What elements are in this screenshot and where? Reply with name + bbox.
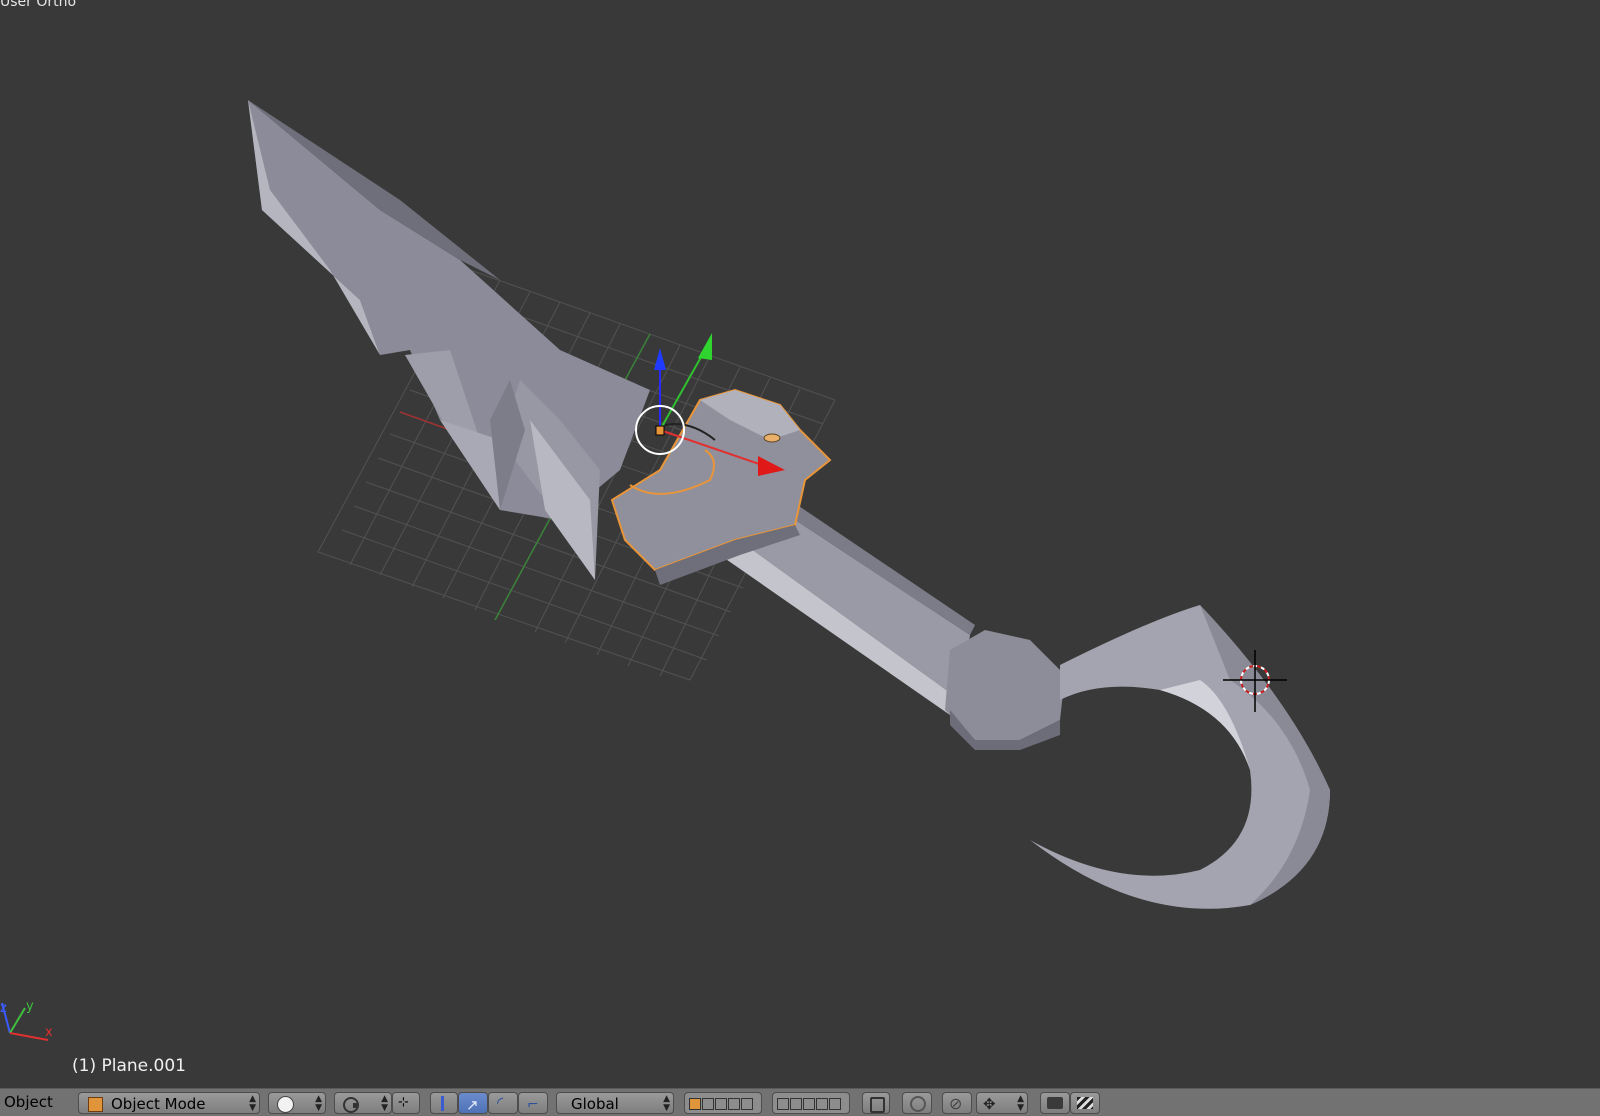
lock-layers-button[interactable]	[862, 1092, 890, 1114]
arc-tool-icon: ◜	[497, 1093, 504, 1112]
mode-label: Object Mode	[111, 1095, 206, 1113]
scene-canvas[interactable]	[0, 0, 1600, 1088]
rotate-manipulator-icon: ↗	[466, 1096, 479, 1114]
view-axes-icon: z y x	[0, 999, 53, 1041]
arc-tool-button[interactable]: ◜	[488, 1092, 518, 1114]
orientation-label: Global	[571, 1095, 619, 1113]
updown-icon: ▲ ▼	[249, 1094, 256, 1113]
translate-manipulator-button[interactable]	[430, 1092, 458, 1114]
snap-element-icon: ✥	[983, 1095, 996, 1113]
proportional-edit-button[interactable]	[902, 1092, 932, 1114]
viewport-shading-solid-icon	[277, 1096, 294, 1113]
layer-3-icon[interactable]	[715, 1098, 727, 1110]
layer-2-icon[interactable]	[702, 1098, 714, 1110]
axis-x-label: x	[45, 1025, 53, 1040]
mode-selector[interactable]: Object Mode ▲ ▼	[78, 1092, 260, 1114]
layer-1-icon[interactable]	[689, 1098, 701, 1110]
3d-view-header: Object Object Mode ▲ ▼ ▲ ▼ ▲ ▼ ⊹ ↗ ◜ ⌐ Glob…	[0, 1088, 1600, 1116]
updown-icon: ▲ ▼	[381, 1094, 388, 1113]
lock-layers-icon	[870, 1097, 885, 1113]
layers-row-1[interactable]	[684, 1092, 762, 1114]
object-origin	[655, 425, 665, 436]
snap-element-selector[interactable]: ✥ ▲ ▼	[976, 1092, 1028, 1114]
layer-5-icon[interactable]	[741, 1098, 753, 1110]
manipulator-toggle-icon: ⊹	[398, 1095, 409, 1110]
snap-icon: ⊘	[949, 1094, 963, 1113]
layer-11-icon[interactable]	[777, 1098, 789, 1110]
render-opengl-icon	[1047, 1097, 1063, 1109]
updown-icon: ▲ ▼	[315, 1094, 322, 1113]
object-mode-icon	[88, 1097, 103, 1112]
updown-icon: ▲ ▼	[663, 1094, 670, 1113]
scale-manipulator-button[interactable]: ⌐	[518, 1092, 548, 1114]
y-axis-arrow[interactable]	[698, 333, 712, 360]
layer-12-icon[interactable]	[790, 1098, 802, 1110]
render-opengl-button[interactable]	[1040, 1092, 1070, 1114]
render-animation-button[interactable]	[1070, 1092, 1100, 1114]
layer-4-icon[interactable]	[728, 1098, 740, 1110]
active-object-label: (1) Plane.001	[72, 1056, 186, 1076]
layer-15-icon[interactable]	[829, 1098, 841, 1110]
layer-14-icon[interactable]	[816, 1098, 828, 1110]
layers-row-2[interactable]	[772, 1092, 850, 1114]
proportional-edit-icon	[910, 1096, 926, 1112]
z-axis-arrow[interactable]	[654, 348, 666, 370]
manipulator-toggle-button[interactable]: ⊹	[392, 1092, 420, 1114]
snap-toggle-button[interactable]: ⊘	[942, 1092, 972, 1114]
pivot-point-selector[interactable]: ▲ ▼	[334, 1092, 392, 1114]
scale-manipulator-icon: ⌐	[527, 1097, 539, 1113]
axis-z-label: z	[0, 1001, 7, 1016]
viewport-shading-selector[interactable]: ▲ ▼	[268, 1092, 326, 1114]
updown-icon: ▲ ▼	[1017, 1094, 1024, 1113]
translate-manipulator-icon	[441, 1096, 444, 1111]
object-menu[interactable]: Object	[4, 1093, 53, 1111]
axis-y-label: y	[26, 999, 34, 1014]
transform-orientation-selector[interactable]: Global ▲ ▼	[556, 1092, 674, 1114]
weapon-mesh[interactable]	[248, 100, 1330, 909]
rotate-manipulator-button[interactable]: ↗	[458, 1092, 488, 1114]
layer-13-icon[interactable]	[803, 1098, 815, 1110]
3d-viewport[interactable]: User Ortho z y x (1) Plane.001	[0, 0, 1600, 1088]
render-animation-icon	[1077, 1097, 1093, 1109]
